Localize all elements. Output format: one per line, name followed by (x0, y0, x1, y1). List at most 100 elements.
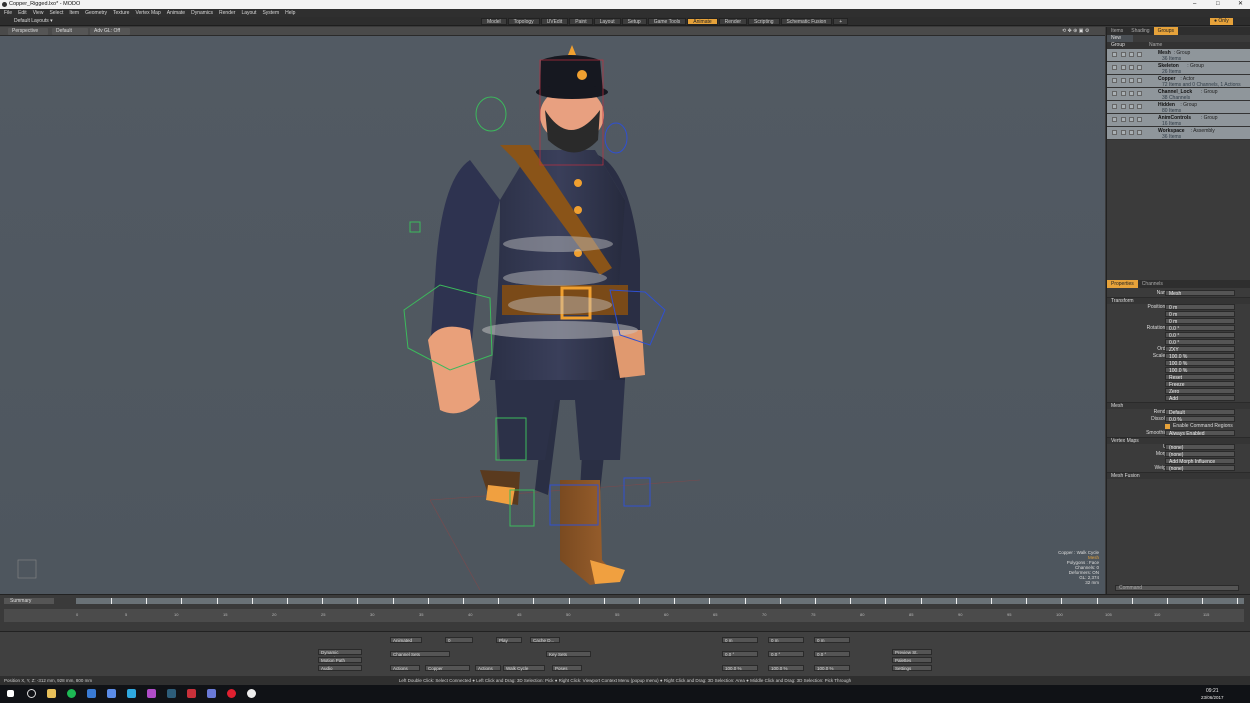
frame-field[interactable]: 0 (445, 637, 473, 643)
rot-field[interactable]: 0.0 ° (768, 651, 804, 657)
transform-section[interactable]: Transform (1107, 297, 1250, 304)
keyframe-marker[interactable] (955, 598, 957, 604)
menu-help[interactable]: Help (285, 10, 295, 16)
menu-texture[interactable]: Texture (113, 10, 129, 16)
render-toggle[interactable] (1137, 65, 1142, 70)
select-toggle[interactable] (1129, 52, 1134, 57)
visibility-toggle[interactable] (1112, 91, 1117, 96)
transform-field[interactable]: 0.0 ° (1165, 339, 1235, 346)
uv-dropdown[interactable]: (none) (1165, 444, 1235, 451)
menu-animate[interactable]: Animate (167, 10, 185, 16)
viewport-nav-icons[interactable]: ⟲ ✥ ⊕ ▣ ⚙ (1058, 28, 1093, 35)
keyframe-marker[interactable] (1202, 598, 1204, 604)
opera-icon[interactable] (227, 689, 236, 698)
keyframe-marker[interactable] (287, 598, 288, 604)
gl-mode-selector[interactable]: Adv GL: Off (90, 28, 130, 35)
preview-button[interactable]: Preview St. (892, 649, 932, 655)
lock-toggle[interactable] (1121, 130, 1126, 135)
3d-viewport[interactable]: Copper : Walk Cycle Mesh Polygons : Face Ch… (0, 36, 1105, 594)
keyframe-marker[interactable] (1237, 598, 1239, 604)
tab-schematic-fusion[interactable]: Schematic Fusion (780, 18, 833, 25)
group-row[interactable]: Channel_Lock: Group 38 Channels (1107, 88, 1250, 101)
tab-channels[interactable]: Channels (1138, 280, 1167, 288)
timeline[interactable]: Summary 0 5 10 15 20 25 30 35 40 45 50 55 60 65 70 75 80… (0, 594, 1250, 631)
transform-field[interactable]: 100.0 % (1165, 360, 1235, 367)
group-row[interactable]: Workspace: Assembly 36 Items (1107, 127, 1250, 140)
render-toggle[interactable] (1137, 117, 1142, 122)
lock-toggle[interactable] (1121, 91, 1126, 96)
keyframe-marker[interactable] (815, 598, 816, 604)
keyframe-marker[interactable] (181, 598, 183, 604)
zero-button[interactable]: Zero (1165, 388, 1235, 395)
lock-toggle[interactable] (1121, 52, 1126, 57)
scl-field[interactable]: 100.0 % (768, 665, 804, 671)
settings-button[interactable]: Settings (892, 665, 932, 671)
keyframe-marker[interactable] (111, 598, 112, 604)
new-group-button[interactable]: New Group (1107, 35, 1133, 48)
menu-system[interactable]: System (262, 10, 279, 16)
keyframe-marker[interactable] (779, 598, 781, 604)
transform-field[interactable]: 0.0 ° (1165, 325, 1235, 332)
tab-layout[interactable]: Layout (593, 18, 621, 25)
keyframe-marker[interactable] (1131, 598, 1133, 604)
keyframe-marker[interactable] (146, 598, 148, 604)
shading-selector[interactable]: Default (52, 28, 88, 35)
spotify-icon[interactable] (67, 689, 76, 698)
keyframe-marker[interactable] (463, 598, 464, 604)
select-toggle[interactable] (1129, 65, 1134, 70)
transform-field[interactable]: ZXY (1165, 346, 1235, 353)
lock-toggle[interactable] (1121, 117, 1126, 122)
tab-paint[interactable]: Paint (569, 18, 593, 25)
timeline-channel[interactable]: Summary (4, 598, 54, 604)
app-icon-6[interactable] (207, 689, 216, 698)
tab-scripting[interactable]: Scripting (748, 18, 780, 25)
menu-vertex-map[interactable]: Vertex Map (135, 10, 160, 16)
cache-dropdown[interactable]: Cache D... (530, 637, 560, 643)
command-input[interactable]: Command (1115, 585, 1239, 591)
palettes-button[interactable]: Palettes (892, 657, 932, 663)
keyframe-marker[interactable] (885, 598, 887, 604)
menu-layout[interactable]: Layout (241, 10, 256, 16)
start-icon[interactable] (7, 690, 14, 697)
app-icon-1[interactable] (87, 689, 96, 698)
name-field[interactable]: Mesh (1165, 290, 1235, 297)
select-toggle[interactable] (1129, 104, 1134, 109)
select-toggle[interactable] (1129, 117, 1134, 122)
add-morph-influence-button[interactable]: Add Morph Influence (1165, 458, 1235, 465)
tab-topology[interactable]: Topology (507, 18, 540, 25)
mesh-fusion-section[interactable]: Mesh Fusion (1107, 472, 1250, 479)
keyframe-marker[interactable] (639, 598, 640, 604)
keyframe-marker[interactable] (603, 598, 605, 604)
play-button[interactable]: Play (496, 637, 522, 643)
keyframe-marker[interactable] (850, 598, 852, 604)
dissolve-field[interactable]: 0.0 % (1165, 416, 1235, 423)
keyframe-track[interactable] (76, 598, 1244, 604)
transform-field[interactable]: 100.0 % (1165, 367, 1235, 374)
visibility-toggle[interactable] (1112, 117, 1117, 122)
action-dropdown[interactable]: Walk Cycle (503, 665, 545, 671)
lock-toggle[interactable] (1121, 78, 1126, 83)
visibility-toggle[interactable] (1112, 52, 1117, 57)
keyframe-marker[interactable] (357, 598, 359, 604)
audio-button[interactable]: Audio (318, 665, 362, 671)
keyframe-marker[interactable] (533, 598, 535, 604)
tab-items[interactable]: Items (1107, 27, 1127, 35)
select-toggle[interactable] (1129, 78, 1134, 83)
command-regions-checkbox[interactable] (1165, 424, 1170, 429)
poses-dropdown[interactable]: Poses (552, 665, 582, 671)
menu-view[interactable]: View (33, 10, 44, 16)
keyframe-marker[interactable] (1026, 598, 1028, 604)
app-icon-4[interactable] (147, 689, 156, 698)
select-toggle[interactable] (1129, 91, 1134, 96)
tab-animate[interactable]: Animate (687, 18, 718, 25)
keyframe-marker[interactable] (920, 598, 922, 604)
close-button[interactable]: ✕ (1238, 0, 1243, 9)
menu-edit[interactable]: Edit (18, 10, 27, 16)
keyframe-marker[interactable] (427, 598, 429, 604)
menu-select[interactable]: Select (49, 10, 63, 16)
dynamic-parenting-button[interactable]: Dynamic Parenting (318, 649, 362, 661)
layout-selector[interactable]: Default Layouts ▾ (14, 18, 53, 25)
tab-model[interactable]: Model (481, 18, 507, 25)
render-toggle[interactable] (1137, 78, 1142, 83)
view-selector[interactable]: Perspective (8, 28, 48, 35)
